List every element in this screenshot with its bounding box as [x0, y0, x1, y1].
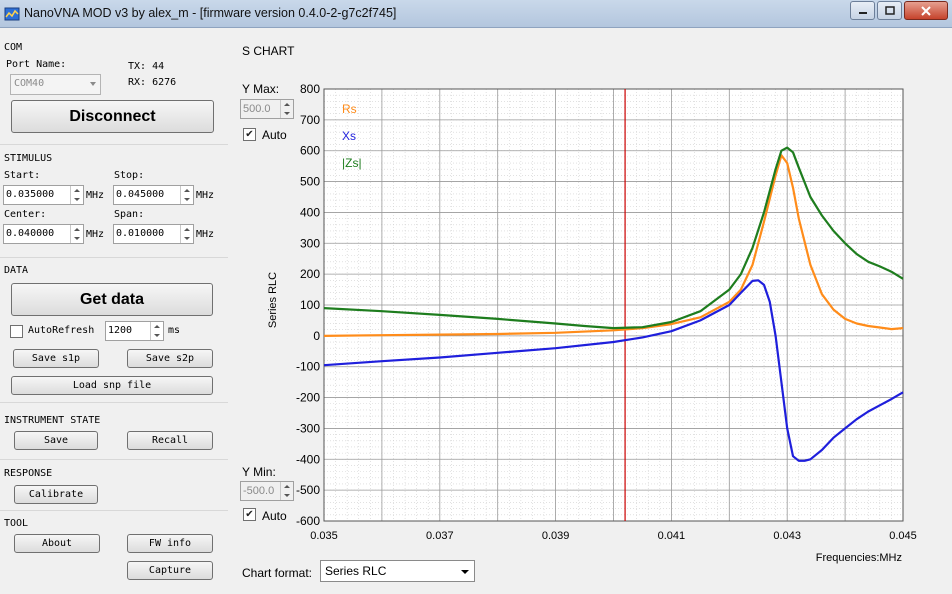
- stop-value: 0.045000: [116, 189, 165, 200]
- spin-up-icon[interactable]: [280, 482, 293, 491]
- left-panel: COM Port Name: COM40 TX: 44 RX: 6276 Dis…: [0, 29, 228, 594]
- spin-down-icon[interactable]: [70, 195, 83, 204]
- y-min-auto-checkbox[interactable]: ✔: [243, 508, 256, 521]
- load-snp-button[interactable]: Load snp file: [11, 376, 213, 395]
- stop-unit: MHz: [196, 190, 215, 201]
- spin-up-icon[interactable]: [280, 100, 293, 109]
- save-s1p-button[interactable]: Save s1p: [13, 349, 99, 368]
- spin-down-icon[interactable]: [180, 195, 193, 204]
- minimize-icon: [858, 11, 867, 14]
- app-icon: [4, 7, 20, 21]
- start-input[interactable]: 0.035000: [3, 185, 84, 205]
- span-input[interactable]: 0.010000: [113, 224, 194, 244]
- interval-value: 1200: [108, 325, 133, 336]
- chart-format-label: Chart format:: [242, 566, 313, 580]
- state-recall-button[interactable]: Recall: [127, 431, 213, 450]
- y-max-value: 500.0: [243, 103, 271, 115]
- stop-label: Stop:: [114, 170, 145, 181]
- com-title: COM: [4, 42, 23, 53]
- start-label: Start:: [4, 170, 41, 181]
- y-max-input[interactable]: 500.0: [240, 99, 294, 119]
- y-max-label: Y Max:: [242, 82, 280, 96]
- s-chart-title: S CHART: [242, 44, 295, 58]
- y-min-input[interactable]: -500.0: [240, 481, 294, 501]
- center-label: Center:: [4, 209, 47, 220]
- response-title: RESPONSE: [4, 468, 53, 479]
- y-max-auto-label: Auto: [262, 128, 287, 142]
- close-button[interactable]: [904, 1, 948, 20]
- autorefresh-checkbox[interactable]: [10, 325, 23, 338]
- checkmark-icon: ✔: [245, 508, 254, 520]
- about-button[interactable]: About: [14, 534, 100, 553]
- capture-button[interactable]: Capture: [127, 561, 213, 580]
- maximize-icon: [884, 5, 895, 15]
- spin-down-icon[interactable]: [70, 234, 83, 243]
- port-name-label: Port Name:: [6, 59, 67, 70]
- spin-down-icon[interactable]: [180, 234, 193, 243]
- span-unit: MHz: [196, 229, 215, 240]
- autorefresh-label: AutoRefresh: [28, 325, 95, 336]
- spin-down-icon[interactable]: [150, 331, 163, 340]
- spin-down-icon[interactable]: [280, 491, 293, 500]
- start-unit: MHz: [86, 190, 105, 201]
- save-s2p-button[interactable]: Save s2p: [127, 349, 213, 368]
- spin-up-icon[interactable]: [180, 186, 193, 195]
- tool-title: TOOL: [4, 518, 29, 529]
- spin-down-icon[interactable]: [280, 109, 293, 118]
- get-data-button[interactable]: Get data: [11, 283, 213, 316]
- fw-info-button[interactable]: FW info: [127, 534, 213, 553]
- tx-counter: TX: 44: [128, 61, 165, 72]
- interval-input[interactable]: 1200: [105, 321, 164, 341]
- stop-input[interactable]: 0.045000: [113, 185, 194, 205]
- center-input[interactable]: 0.040000: [3, 224, 84, 244]
- window-title: NanoVNA MOD v3 by alex_m - [firmware ver…: [24, 6, 397, 20]
- instrument-state-title: INSTRUMENT STATE: [4, 415, 101, 426]
- tool-group: TOOL About FW info Capture: [0, 512, 228, 594]
- minimize-button[interactable]: [850, 1, 875, 20]
- data-title: DATA: [4, 265, 29, 276]
- stimulus-title: STIMULUS: [4, 153, 53, 164]
- instrument-state-group: INSTRUMENT STATE Save Recall: [0, 405, 228, 460]
- maximize-button[interactable]: [877, 1, 902, 20]
- calibrate-button[interactable]: Calibrate: [14, 485, 98, 504]
- stimulus-group: STIMULUS Start: 0.035000 MHz Stop: 0.045…: [0, 146, 228, 258]
- s-chart-panel: S CHART Y Max: 500.0 ✔ Auto Y Min: -500.…: [232, 36, 952, 594]
- port-select[interactable]: COM40: [10, 74, 101, 95]
- center-unit: MHz: [86, 229, 105, 240]
- span-label: Span:: [114, 209, 145, 220]
- port-select-value: COM40: [14, 78, 45, 89]
- checkmark-icon: ✔: [245, 128, 254, 140]
- rx-counter: RX: 6276: [128, 77, 177, 88]
- chevron-down-icon: [90, 82, 96, 86]
- y-max-auto-checkbox[interactable]: ✔: [243, 128, 256, 141]
- chart-format-value: Series RLC: [325, 564, 387, 578]
- disconnect-button[interactable]: Disconnect: [11, 100, 214, 133]
- close-icon: [921, 5, 931, 16]
- y-min-label: Y Min:: [242, 465, 276, 479]
- y-min-auto-label: Auto: [262, 509, 287, 523]
- state-save-button[interactable]: Save: [14, 431, 98, 450]
- y-min-value: -500.0: [243, 485, 275, 497]
- chevron-down-icon: [461, 570, 469, 574]
- spin-up-icon[interactable]: [70, 225, 83, 234]
- start-value: 0.035000: [6, 189, 55, 200]
- spin-up-icon[interactable]: [180, 225, 193, 234]
- title-bar: NanoVNA MOD v3 by alex_m - [firmware ver…: [0, 0, 952, 28]
- com-group: COM Port Name: COM40 TX: 44 RX: 6276 Dis…: [0, 29, 228, 145]
- center-value: 0.040000: [6, 228, 55, 239]
- response-group: RESPONSE Calibrate: [0, 461, 228, 511]
- span-value: 0.010000: [116, 228, 165, 239]
- interval-unit: ms: [168, 325, 181, 336]
- data-group: DATA Get data AutoRefresh 1200 ms Save s…: [0, 259, 228, 403]
- chart-format-select[interactable]: Series RLC: [320, 560, 475, 582]
- spin-up-icon[interactable]: [70, 186, 83, 195]
- spin-up-icon[interactable]: [150, 322, 163, 331]
